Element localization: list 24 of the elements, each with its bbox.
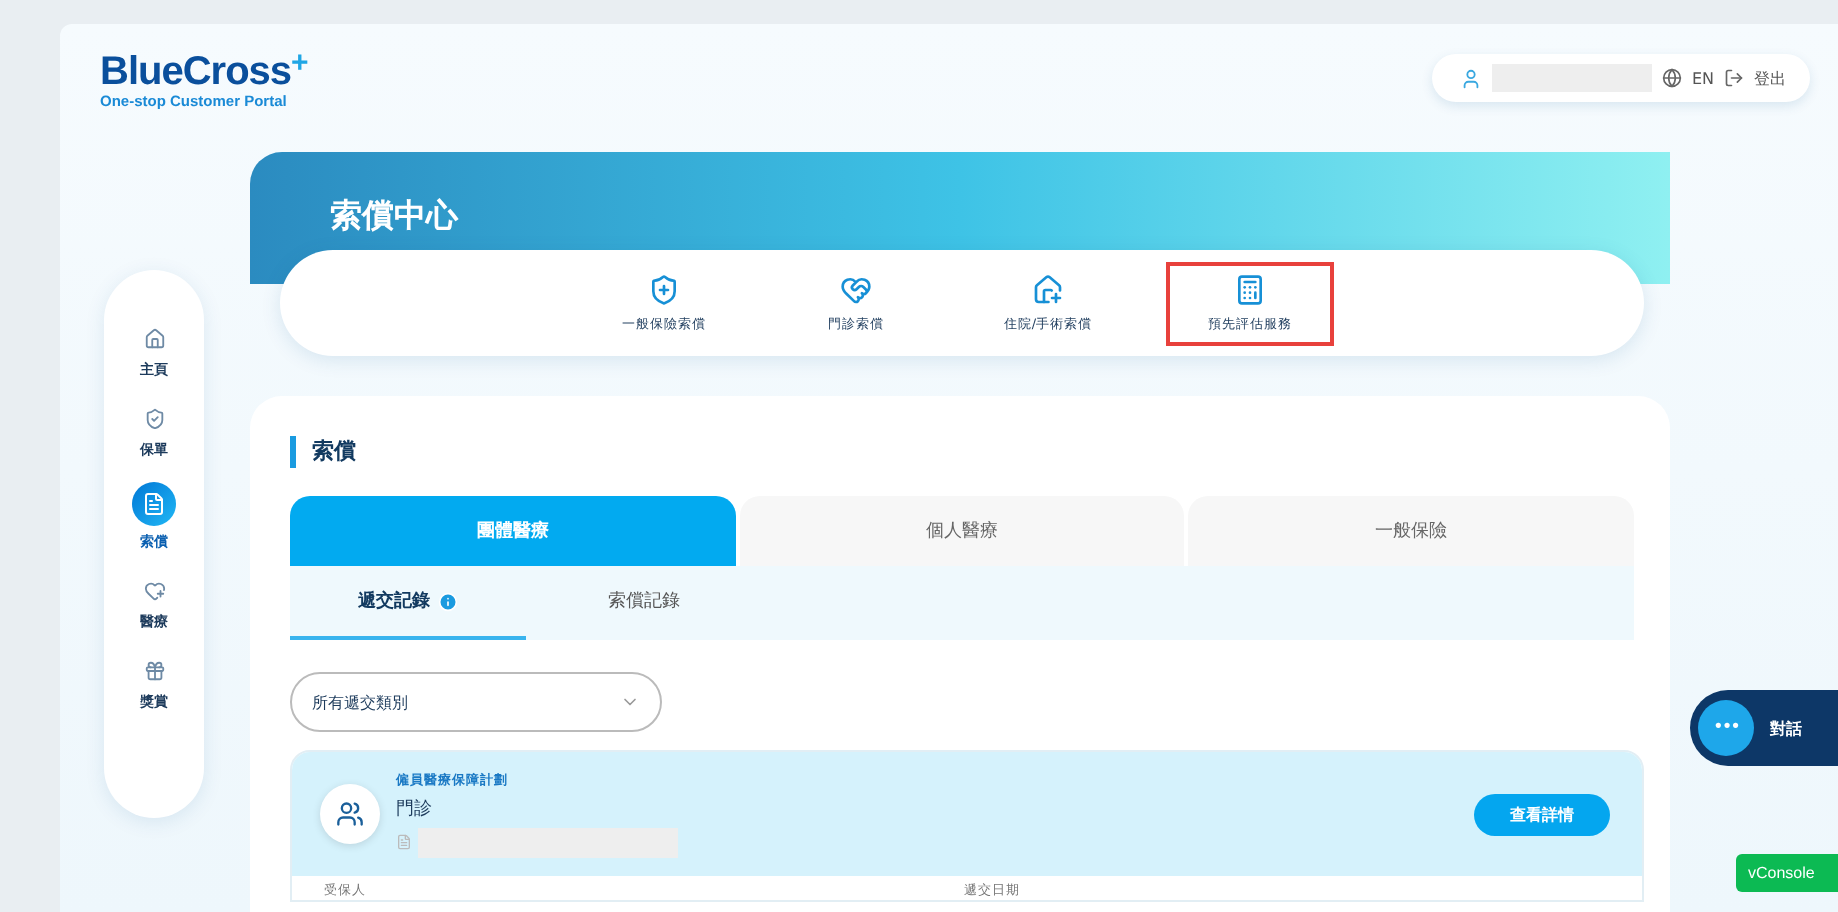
tab[interactable]: 個人醫療 — [739, 496, 1185, 566]
chat-dots-icon: ••• — [1698, 700, 1754, 756]
logo-name: BlueCross+ — [100, 52, 308, 92]
claim-type: 門診 — [396, 797, 434, 821]
calculator-icon — [1234, 273, 1266, 305]
globe-icon[interactable] — [1661, 68, 1682, 88]
chat-button[interactable]: ••• 對話 — [1690, 690, 1838, 766]
info-icon[interactable] — [438, 591, 458, 611]
document-icon[interactable] — [132, 482, 176, 526]
page-title: 索償中心 — [330, 196, 458, 238]
logout-link[interactable]: 登出 — [1754, 67, 1786, 89]
language-link[interactable]: EN — [1691, 69, 1714, 87]
category-dropdown[interactable]: 所有遞交類別 — [290, 672, 662, 732]
logout-icon[interactable] — [1724, 68, 1744, 88]
heart-handshake-icon — [840, 273, 872, 305]
tab[interactable]: 一般保險 — [1188, 496, 1635, 566]
subtab[interactable]: 索償記錄 — [526, 566, 762, 640]
user-icon — [1459, 67, 1482, 89]
people-icon — [320, 784, 380, 844]
document-icon — [396, 834, 412, 850]
shield-icon — [648, 273, 680, 305]
house-icon — [1032, 273, 1064, 305]
section-title: 索償 — [290, 436, 1634, 468]
subtab[interactable]: 遞交記錄 — [290, 566, 526, 640]
